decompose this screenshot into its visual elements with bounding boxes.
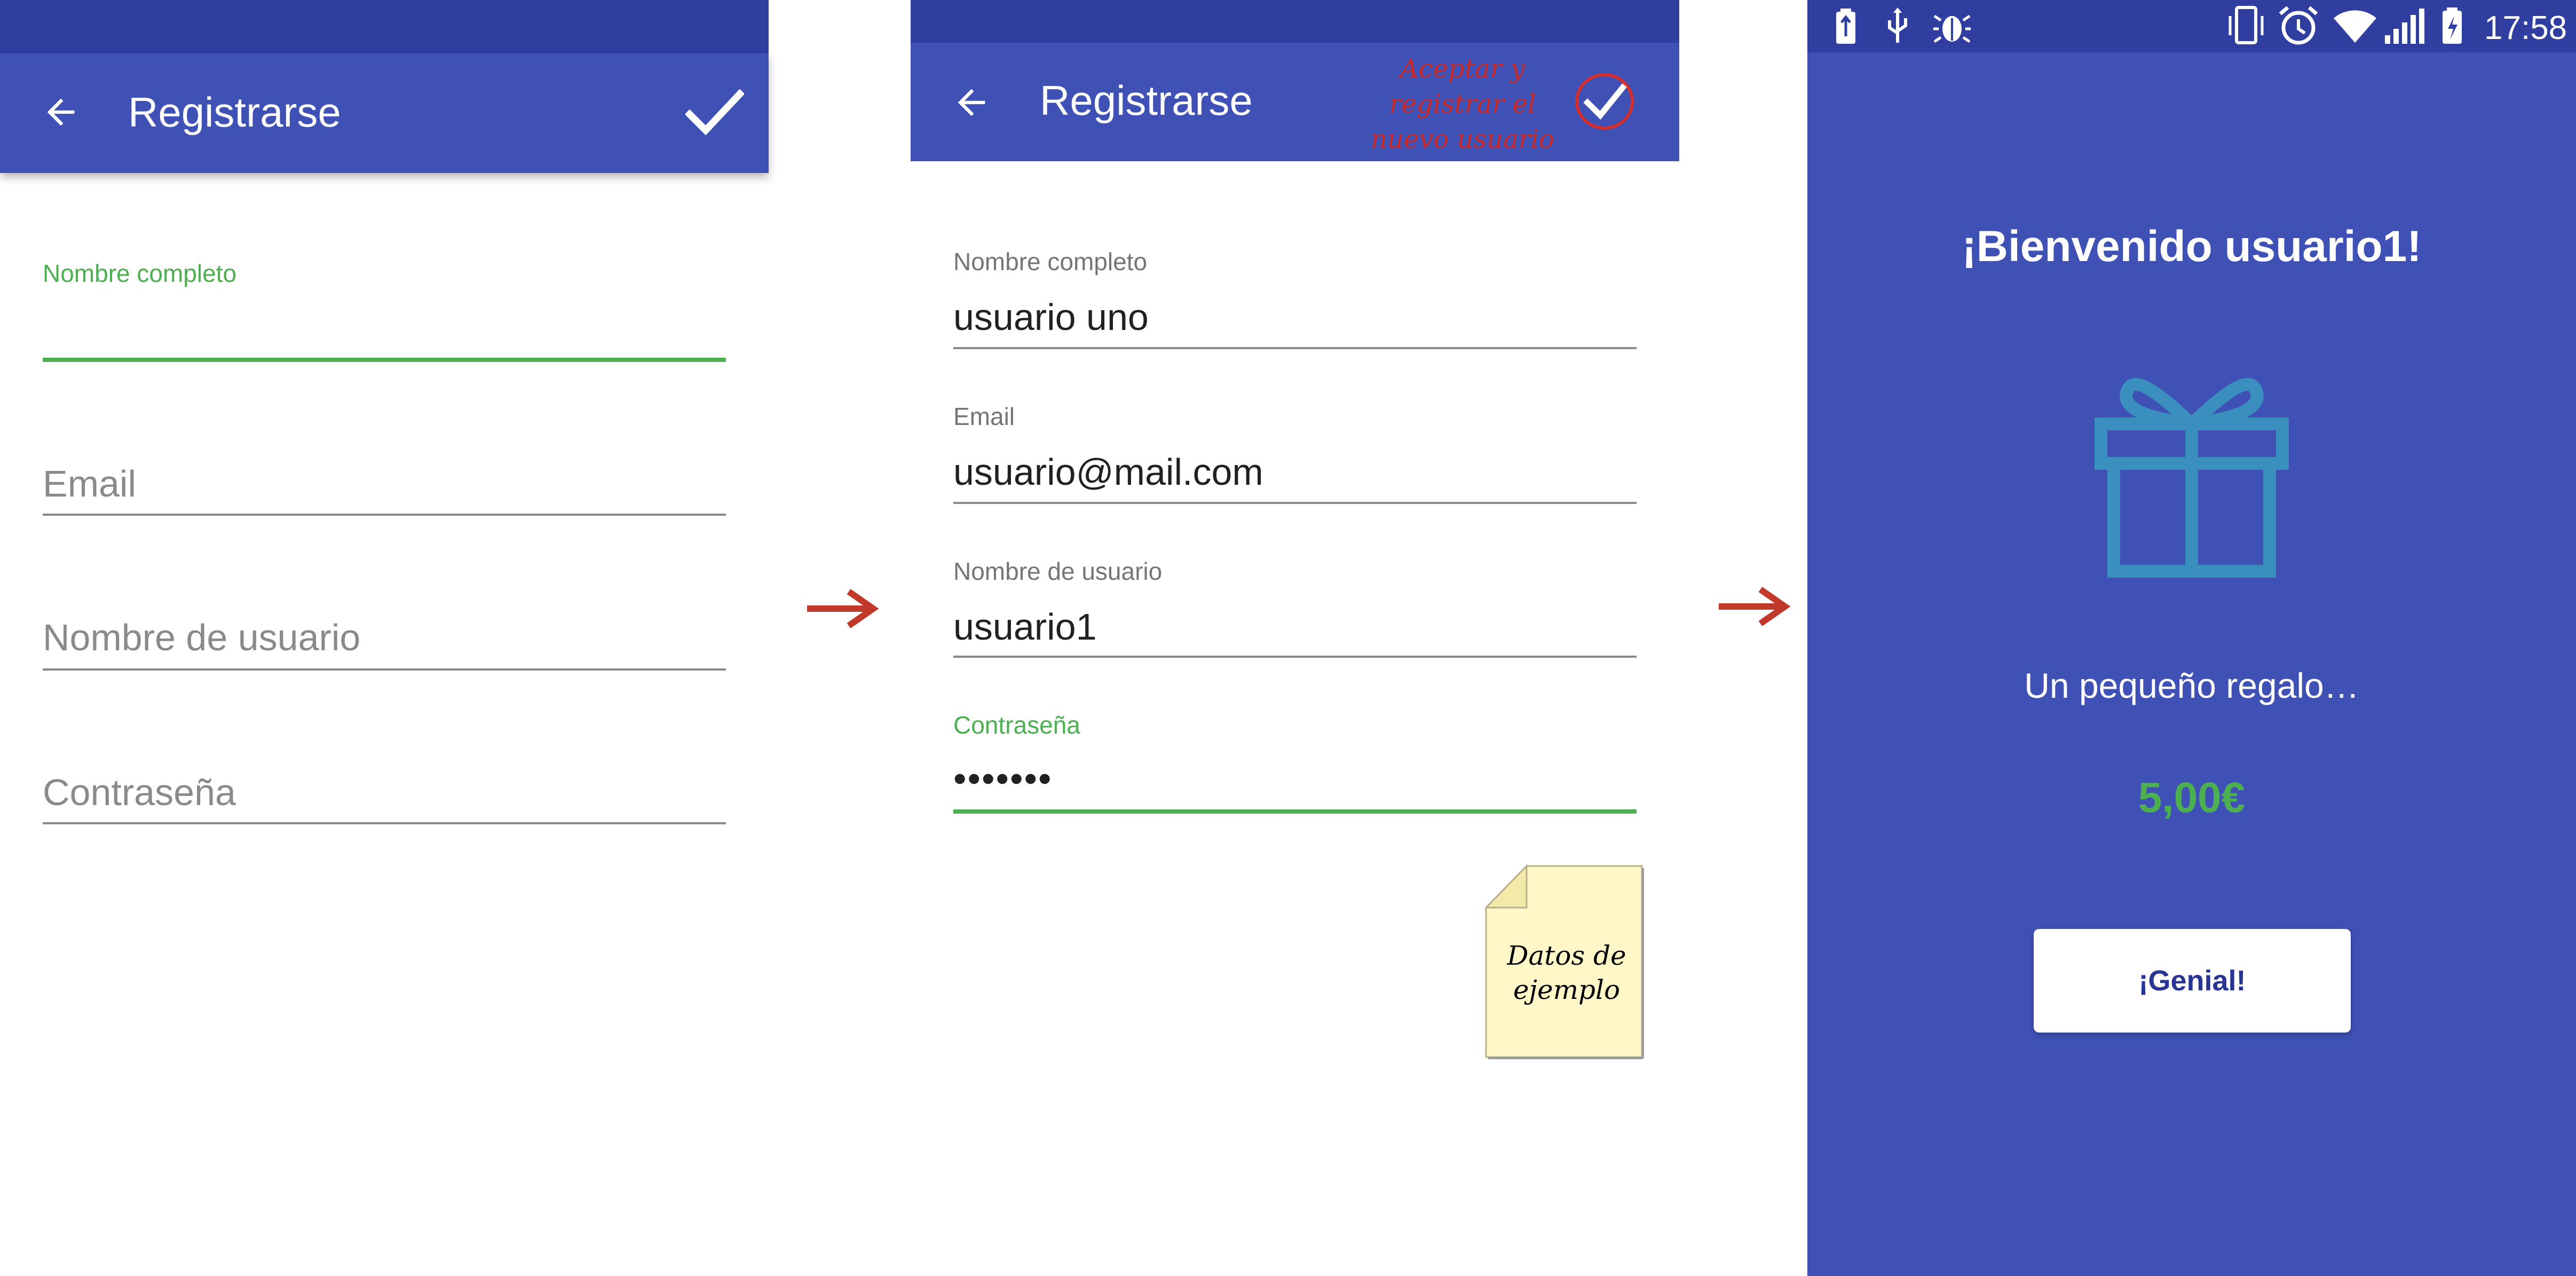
screen1-status-bar	[0, 0, 769, 53]
genial-button[interactable]: ¡Genial!	[2034, 929, 2351, 1033]
fullname-label: Nombre completo	[43, 259, 237, 287]
fullname-label: Nombre completo	[953, 248, 1148, 275]
username-underline	[43, 668, 726, 671]
password-underline	[43, 822, 726, 824]
password-underline-focused	[953, 809, 1637, 814]
fullname-underline	[953, 347, 1637, 349]
email-label: Email	[953, 403, 1015, 430]
fullname-input[interactable]	[43, 358, 726, 362]
welcome-heading: ¡Bienvenido usuario1!	[1962, 222, 2422, 271]
check-icon[interactable]	[1574, 69, 1635, 133]
sticky-note-text: Datos de ejemplo	[1507, 940, 1626, 1005]
email-underline	[43, 514, 726, 516]
battery-charging-icon	[2440, 6, 2464, 45]
bug-icon	[1933, 9, 1971, 44]
back-arrow-icon[interactable]	[951, 82, 992, 123]
fullname-input[interactable]: usuario uno	[953, 295, 1149, 340]
gift-amount: 5,00€	[2138, 774, 2246, 821]
back-arrow-icon[interactable]	[41, 92, 81, 132]
username-underline	[953, 656, 1637, 658]
password-label: Contraseña	[953, 711, 1080, 739]
email-input[interactable]: Email	[43, 461, 136, 506]
screen3-background	[1807, 0, 2576, 1276]
usb-icon	[1885, 7, 1910, 45]
email-input[interactable]: usuario@mail.com	[953, 450, 1263, 494]
username-input[interactable]: usuario1	[953, 604, 1097, 649]
flow-arrow-icon	[1716, 585, 1790, 628]
password-input[interactable]: •••••••	[953, 756, 1053, 801]
alarm-icon	[2277, 4, 2320, 47]
status-time: 17:58	[2484, 10, 2567, 46]
screen2-app-bar	[911, 43, 1679, 161]
username-label: Nombre de usuario	[953, 557, 1163, 585]
email-underline	[953, 502, 1637, 504]
gift-message: Un pequeño regalo…	[2024, 666, 2359, 705]
screen2-status-bar	[911, 0, 1679, 43]
battery-icon	[1834, 7, 1858, 45]
annotation-text: Aceptar y registrar el nuevo usuario	[1371, 54, 1554, 154]
vibrate-icon	[2225, 5, 2267, 46]
screen2-title: Registrarse	[1040, 77, 1253, 124]
password-input[interactable]: Contraseña	[43, 770, 236, 815]
screen1-app-bar	[0, 53, 769, 173]
signal-icon	[2384, 7, 2427, 45]
flow-arrow-icon	[804, 587, 879, 630]
gift-icon	[2095, 361, 2289, 578]
screen1-title: Registrarse	[128, 89, 341, 136]
username-input[interactable]: Nombre de usuario	[43, 615, 360, 660]
wifi-icon	[2333, 7, 2377, 45]
check-icon[interactable]	[685, 85, 744, 139]
